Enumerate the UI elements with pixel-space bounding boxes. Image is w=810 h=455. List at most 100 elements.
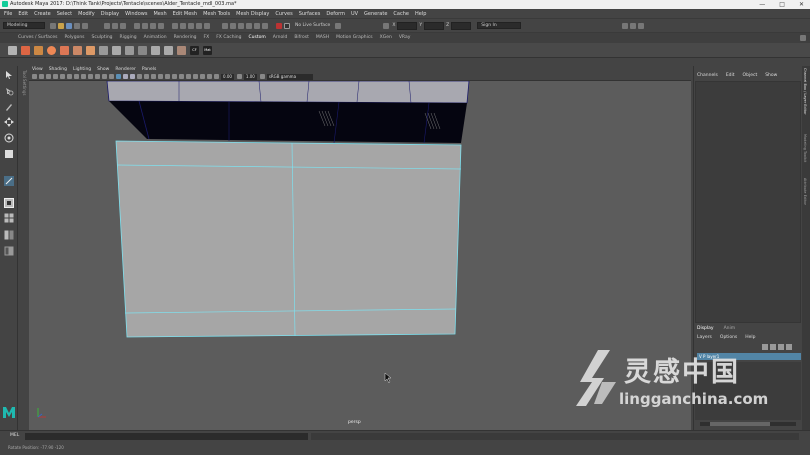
xray-joints-icon[interactable] [200, 74, 205, 79]
shadows-icon[interactable] [151, 74, 156, 79]
shelf-tab-xgen[interactable]: XGen [380, 33, 392, 43]
panel-menu-renderer[interactable]: Renderer [115, 67, 136, 72]
four-pane-icon[interactable] [4, 213, 14, 223]
shelf-pipe-icon[interactable] [86, 45, 95, 55]
menu-create[interactable]: Create [34, 11, 51, 17]
exposure-field[interactable]: 0.00 [221, 73, 234, 80]
save-scene-icon[interactable] [66, 22, 72, 29]
field-chart-icon[interactable] [102, 74, 107, 79]
shelf-quad-draw-icon[interactable] [177, 45, 186, 55]
image-plane-icon[interactable] [53, 74, 58, 79]
select-hierarchy-icon[interactable] [104, 22, 110, 29]
menu-edit[interactable]: Edit [18, 11, 28, 17]
shelf-tab-rendering[interactable]: Rendering [174, 33, 197, 43]
menu-cache[interactable]: Cache [393, 11, 409, 17]
channel-box-icon[interactable] [638, 22, 645, 29]
ipr-render-icon[interactable] [246, 22, 252, 29]
menu-uv[interactable]: UV [351, 11, 358, 17]
shelf-tab-sculpting[interactable]: Sculpting [92, 33, 113, 43]
selected-plane-mesh[interactable] [115, 140, 462, 338]
undo-icon[interactable] [74, 22, 80, 29]
textured-icon[interactable] [137, 74, 142, 79]
layer-menu-help[interactable]: Help [745, 335, 755, 340]
shelf-tab-mash[interactable]: MASH [316, 33, 329, 43]
shelf-cylinder-icon[interactable] [60, 45, 69, 55]
menu-mesh-tools[interactable]: Mesh Tools [203, 11, 230, 17]
side-tab-modeling-toolkit[interactable]: Modeling Toolkit [803, 134, 807, 162]
shelf-tab-arnold[interactable]: Arnold [273, 33, 288, 43]
open-scene-icon[interactable] [58, 22, 64, 29]
menu-generate[interactable]: Generate [364, 11, 387, 17]
select-camera-icon[interactable] [32, 74, 37, 79]
side-tab-channel-box[interactable]: Channel Box / Layer Editor [803, 68, 807, 115]
z-field[interactable] [451, 21, 472, 30]
shelf-merge-icon[interactable] [138, 45, 147, 55]
gamma-icon[interactable] [236, 74, 242, 79]
lasso-tool-icon[interactable] [4, 86, 14, 96]
anti-aliasing-icon[interactable] [172, 74, 177, 79]
shelf-tab-rigging[interactable]: Rigging [120, 33, 137, 43]
use-all-lights-icon[interactable] [144, 74, 149, 79]
select-face-icon[interactable] [150, 22, 156, 29]
select-component-icon[interactable] [120, 22, 126, 29]
panel-menu-lighting[interactable]: Lighting [73, 67, 91, 72]
camera-attributes-icon[interactable] [39, 74, 44, 79]
menu-help[interactable]: Help [415, 11, 426, 17]
select-vertex-icon[interactable] [134, 22, 140, 29]
render-frame-icon[interactable] [238, 22, 244, 29]
snap-point-icon[interactable] [188, 22, 194, 29]
render-view-icon[interactable] [230, 22, 236, 29]
shelf-multicut-icon[interactable] [151, 45, 160, 55]
last-tool-icon[interactable] [4, 176, 14, 186]
menu-mesh[interactable]: Mesh [153, 11, 166, 17]
select-object-icon[interactable] [112, 22, 118, 29]
layer-menu-options[interactable]: Options [720, 335, 737, 340]
magnet-icon[interactable] [276, 22, 282, 29]
shelf-cube-icon[interactable] [34, 45, 43, 55]
transform-mode-icon[interactable] [383, 22, 390, 29]
2d-pan-zoom-icon[interactable] [60, 74, 65, 79]
side-tab-attribute-editor[interactable]: Attribute Editor [803, 178, 807, 205]
exposure-icon[interactable] [214, 74, 219, 79]
shelf-tab-bifrost[interactable]: Bifrost [294, 33, 309, 43]
wireframe-on-shaded-icon[interactable] [130, 74, 135, 79]
shelf-tab-fx-caching[interactable]: FX Caching [216, 33, 241, 43]
command-input[interactable] [25, 433, 308, 440]
maximize-icon[interactable]: □ [779, 0, 785, 9]
select-edge-icon[interactable] [142, 22, 148, 29]
hypershade-icon[interactable] [262, 22, 268, 29]
shelf-tab-fx[interactable]: FX [204, 33, 210, 43]
single-pane-icon[interactable] [4, 198, 14, 208]
xray-icon[interactable] [193, 74, 198, 79]
shelf-tab-vray[interactable]: VRay [399, 33, 411, 43]
minimize-icon[interactable]: — [759, 0, 765, 9]
shelf-mat-icon[interactable]: Mat [203, 45, 212, 55]
menu-file[interactable]: File [4, 11, 12, 17]
panel-menu-show[interactable]: Show [97, 67, 109, 72]
render-settings-icon[interactable] [254, 22, 260, 29]
command-language-label[interactable]: MEL [10, 433, 19, 438]
make-live-icon[interactable] [204, 22, 210, 29]
menu-select[interactable]: Select [57, 11, 72, 17]
menu-modify[interactable]: Modify [78, 11, 95, 17]
snap-curve-icon[interactable] [180, 22, 186, 29]
shelf-settings-icon[interactable] [800, 35, 806, 41]
symmetry-icon[interactable] [335, 22, 342, 29]
menu-mesh-display[interactable]: Mesh Display [236, 11, 269, 17]
new-scene-icon[interactable] [50, 22, 56, 29]
motion-blur-icon[interactable] [165, 74, 170, 79]
resolution-gate-icon[interactable] [88, 74, 93, 79]
shelf-tab-motion-graphics[interactable]: Motion Graphics [336, 33, 373, 43]
channel-box-body[interactable] [695, 81, 801, 323]
ambient-occlusion-icon[interactable] [158, 74, 163, 79]
depth-of-field-icon[interactable] [179, 74, 184, 79]
outliner-pane-icon[interactable] [4, 246, 14, 256]
menu-edit-mesh[interactable]: Edit Mesh [173, 11, 197, 17]
shelf-extrude-icon[interactable] [112, 45, 121, 55]
attribute-editor-icon[interactable] [630, 22, 637, 29]
bookmarks-icon[interactable] [46, 74, 51, 79]
shelf-tab-custom[interactable]: Custom [249, 33, 266, 43]
layer-menu-layers[interactable]: Layers [697, 335, 712, 340]
shelf-tab-polygons[interactable]: Polygons [65, 33, 85, 43]
gate-mask-icon[interactable] [95, 74, 100, 79]
